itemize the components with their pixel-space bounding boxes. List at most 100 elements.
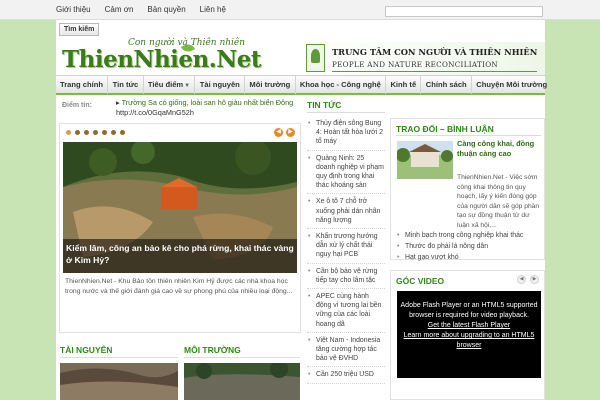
nav-item-moi-truong[interactable]: Môi trường — [245, 76, 296, 94]
list-item[interactable]: • Hạt gạo vượt khó — [397, 252, 543, 263]
slider-description: ThienNhien.Net - Khu Bảo tồn thiên nhiên… — [65, 278, 293, 295]
list-item-text: Hạt gạo vượt khó — [405, 254, 459, 261]
trao-doi-excerpt-text: ThienNhien.Net - Việc sớm công khai thôn… — [457, 174, 540, 229]
bullet-icon: • — [308, 267, 311, 275]
moi-truong-thumbnail[interactable] — [184, 363, 300, 400]
nav-item-trang-chinh[interactable]: Trang chính — [56, 76, 109, 94]
nav-item-chuyen-moi-truong[interactable]: Chuyện Môi trường — [472, 76, 553, 94]
section-title-goc-video[interactable]: GÓC VIDEO — [396, 276, 444, 286]
video-prev-icon[interactable]: ◀ — [517, 275, 526, 284]
nav-item-tai-nguyen[interactable]: Tài nguyên — [195, 76, 246, 94]
top-link-gioi-thieu[interactable]: Giới thiệu — [56, 5, 91, 14]
slider-caption[interactable]: Kiểm lâm, công an bảo kê cho phá rừng, k… — [66, 242, 294, 266]
top-link-ban-quyen[interactable]: Bản quyền — [147, 5, 185, 14]
slider-next-icon[interactable]: ▶ — [286, 128, 295, 137]
bullet-icon: • — [397, 243, 400, 250]
nav-label: Chính sách — [425, 80, 467, 89]
people-nature-emblem-icon: PeopleNature — [306, 44, 327, 80]
list-item[interactable]: • Xe ô tô 7 chỗ trở xuống phải dán nhãn n… — [307, 197, 385, 230]
slider-dots — [66, 130, 125, 135]
bullet-icon: • — [308, 154, 311, 162]
nav-item-kinh-te[interactable]: Kinh tế — [386, 76, 422, 94]
top-link-lien-he[interactable]: Liên hệ — [200, 5, 226, 14]
banner-title: TRUNG TÂM CON NGƯỜI VÀ THIÊN NHIÊN — [332, 47, 538, 57]
bullet-icon: • — [308, 293, 311, 301]
top-link-cam-on[interactable]: Cảm ơn — [105, 5, 134, 14]
nav-label: Kinh tế — [390, 80, 417, 89]
slider-dot[interactable] — [102, 130, 107, 135]
nav-item-khoa-hoc[interactable]: Khoa học - Công nghệ — [296, 76, 387, 94]
slider-dot[interactable] — [75, 130, 80, 135]
section-divider — [60, 357, 178, 358]
ticker-url[interactable]: http://t.co/0GqaMnG52h — [116, 108, 194, 117]
nav-label: Khoa học - Công nghệ — [299, 80, 381, 89]
video-next-icon[interactable]: ▶ — [530, 275, 539, 284]
section-title-tin-tuc[interactable]: TIN TỨC — [307, 100, 341, 110]
banner-subtitle: PEOPLE AND NATURE RECONCILIATION — [332, 60, 499, 69]
flash-player-link[interactable]: Get the latest Flash Player — [397, 321, 541, 331]
list-item-text: Quảng Ninh: 25 doanh nghiệp vi phạm quy … — [316, 154, 384, 190]
list-item[interactable]: • Minh bạch trong công nghiệp khai thác — [397, 230, 543, 241]
section-divider — [184, 357, 300, 358]
tin-tuc-list: • Thủy điện sông Bung 4: Hoàn tất hòa lướ… — [307, 119, 385, 387]
nav-item-tieu-diem[interactable]: Tiêu điểm▼ — [144, 76, 196, 94]
list-item-text: Thước đo phải là nông dân — [405, 243, 489, 250]
top-links: Giới thiệu Cảm ơn Bản quyền Liên hệ — [56, 5, 226, 14]
nav-label: Môi trường — [249, 80, 291, 89]
bullet-icon: • — [397, 232, 400, 239]
list-item-text: APEC cùng hành động vì tương lai bền vữn… — [316, 293, 382, 328]
list-item-text: Khẩn trương hướng dẫn xử lý chất thải ng… — [316, 233, 378, 259]
trao-doi-box: TRAO ĐỔI – BÌNH LUẬN Càng công khai, đồn… — [390, 118, 545, 263]
list-item-text: Xe ô tô 7 chỗ trở xuống phải dán nhãn nă… — [316, 198, 381, 224]
bullet-icon: • — [397, 254, 400, 261]
section-title-trao-doi[interactable]: TRAO ĐỔI – BÌNH LUẬN — [396, 124, 494, 134]
list-item[interactable]: • Quảng Ninh: 25 doanh nghiệp vi phạm quy… — [307, 154, 385, 195]
list-item-text: Việt Nam - Indonesia tăng cường hợp tác … — [316, 336, 381, 363]
nav-label: Tài nguyên — [199, 80, 240, 89]
tai-nguyen-thumbnail[interactable] — [60, 363, 178, 400]
nav-item-tin-tuc[interactable]: Tin tức — [108, 76, 144, 94]
section-title-moi-truong[interactable]: MÔI TRƯỜNG — [184, 345, 241, 355]
list-item[interactable]: • Cần 250 triệu USD — [307, 370, 385, 384]
list-item[interactable]: • Cần bộ bảo vệ rừng tiếp tay cho lâm tặc — [307, 267, 385, 290]
video-player[interactable]: Adobe Flash Player or an HTML5 supported… — [397, 291, 541, 378]
list-item-text: Cần bộ bảo vệ rừng tiếp tay cho lâm tặc — [316, 267, 378, 284]
logo-text: ThienNhien.Net — [62, 46, 262, 73]
trao-doi-links: • Minh bạch trong công nghiệp khai thác •… — [397, 230, 543, 263]
slider-dot[interactable] — [93, 130, 98, 135]
main-nav: Trang chính Tin tức Tiêu điểm▼ Tài nguyê… — [56, 75, 553, 95]
ticker-link[interactable]: Trường Sa có giống, loài san hô giàu nhấ… — [122, 98, 294, 107]
nav-label: Chuyện Môi trường — [476, 80, 548, 89]
bullet-icon: • — [308, 336, 311, 344]
nav-label: Trang chính — [60, 80, 104, 89]
trao-doi-headline[interactable]: Càng công khai, đồng thuận càng cao — [457, 139, 543, 159]
html5-upgrade-link[interactable]: Learn more about upgrading to an HTML5 b… — [397, 331, 541, 351]
bullet-icon: • — [308, 233, 311, 241]
search-input[interactable] — [385, 6, 543, 17]
ticker-label: Điểm tin: — [62, 102, 92, 109]
list-item-text: Minh bạch trong công nghiệp khai thác — [405, 232, 524, 239]
section-title-tai-nguyen[interactable]: TÀI NGUYÊN — [60, 345, 112, 355]
list-item[interactable]: • Thủy điện sông Bung 4: Hoàn tất hòa lướ… — [307, 119, 385, 151]
list-item[interactable]: • APEC cùng hành động vì tương lai bền vữ… — [307, 292, 385, 333]
slider-dot[interactable] — [84, 130, 89, 135]
slider-dot[interactable] — [66, 130, 71, 135]
list-item[interactable]: • Việt Nam - Indonesia tăng cường hợp tác… — [307, 336, 385, 368]
slider-prev-icon[interactable]: ◀ — [274, 128, 283, 137]
search-button[interactable]: Tìm kiếm — [59, 23, 100, 36]
list-item[interactable]: • Thước đo phải là nông dân — [397, 241, 543, 252]
video-message: Adobe Flash Player or an HTML5 supported… — [397, 301, 541, 351]
goc-video-box: GÓC VIDEO ◀ ▶ Adobe Flash Player or an H… — [390, 270, 545, 400]
list-item-text: Cần 250 triệu USD — [316, 371, 374, 379]
nav-item-chinh-sach[interactable]: Chính sách — [421, 76, 472, 94]
list-item-text: Thủy điện sông Bung 4: Hoàn tất hòa lưới… — [316, 120, 383, 146]
slider-dot[interactable] — [111, 130, 116, 135]
chevron-down-icon: ▼ — [184, 83, 191, 89]
slider-dot[interactable] — [120, 130, 125, 135]
nav-label: Tin tức — [112, 80, 139, 89]
landscape-image — [184, 363, 300, 400]
page-container: Tìm kiếm Con người và Thiên nhiên ThienN… — [56, 20, 553, 400]
ticker-text: ▸ Trường Sa có giống, loài san hô giàu n… — [116, 98, 306, 118]
top-bar: Giới thiệu Cảm ơn Bản quyền Liên hệ — [0, 0, 600, 20]
list-item[interactable]: • Khẩn trương hướng dẫn xử lý chất thải n… — [307, 232, 385, 264]
